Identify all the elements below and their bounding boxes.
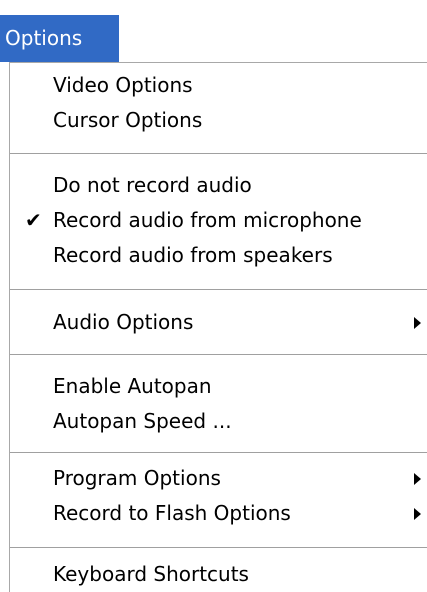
menu-item-video-options[interactable]: Video Options — [10, 68, 427, 103]
menu-item-record-audio-microphone[interactable]: ✔ Record audio from microphone — [10, 203, 427, 238]
menu-item-program-options[interactable]: Program Options — [10, 461, 427, 496]
menu-item-label: Do not record audio — [53, 173, 252, 197]
menu-group-shortcuts: Keyboard Shortcuts — [10, 557, 427, 592]
submenu-arrow-icon — [409, 461, 421, 496]
menu-item-record-to-flash-options[interactable]: Record to Flash Options — [10, 496, 427, 531]
menu-item-label: Audio Options — [53, 310, 194, 334]
menu-separator — [10, 153, 427, 155]
menu-group-autopan: Enable Autopan Autopan Speed ... — [10, 369, 427, 439]
menu-item-enable-autopan[interactable]: Enable Autopan — [10, 369, 427, 404]
menu-separator — [10, 289, 427, 291]
submenu-arrow-icon — [409, 496, 421, 531]
menu-group-audio-options: Audio Options — [10, 305, 427, 340]
menu-item-autopan-speed[interactable]: Autopan Speed ... — [10, 404, 427, 439]
options-menu-title[interactable]: Options — [0, 15, 119, 62]
menu-item-keyboard-shortcuts[interactable]: Keyboard Shortcuts — [10, 557, 427, 592]
menu-item-label: Program Options — [53, 466, 221, 490]
options-dropdown-menu: Video Options Cursor Options Do not reco… — [9, 62, 427, 592]
menu-item-record-audio-speakers[interactable]: Record audio from speakers — [10, 238, 427, 273]
menu-item-label: Record to Flash Options — [53, 501, 291, 525]
submenu-arrow-icon — [409, 305, 421, 340]
menu-separator — [10, 354, 427, 356]
menu-group-program: Program Options Record to Flash Options — [10, 461, 427, 531]
menu-item-audio-options[interactable]: Audio Options — [10, 305, 427, 340]
menu-separator — [10, 452, 427, 454]
menu-item-label: Record audio from microphone — [53, 208, 362, 232]
menu-group-options: Video Options Cursor Options — [10, 68, 427, 138]
checkmark-icon: ✔ — [25, 208, 42, 232]
menu-item-cursor-options[interactable]: Cursor Options — [10, 103, 427, 138]
menu-item-label: Record audio from speakers — [53, 243, 333, 267]
screen: Options Video Options Cursor Options Do … — [0, 0, 427, 592]
menu-item-do-not-record-audio[interactable]: Do not record audio — [10, 168, 427, 203]
menu-item-label: Keyboard Shortcuts — [53, 562, 249, 586]
menu-item-label: Cursor Options — [53, 108, 203, 132]
menu-separator — [10, 547, 427, 549]
menu-item-label: Autopan Speed ... — [53, 409, 232, 433]
menu-item-label: Video Options — [53, 73, 193, 97]
menu-item-label: Enable Autopan — [53, 374, 212, 398]
menu-group-audio-source: Do not record audio ✔ Record audio from … — [10, 168, 427, 273]
